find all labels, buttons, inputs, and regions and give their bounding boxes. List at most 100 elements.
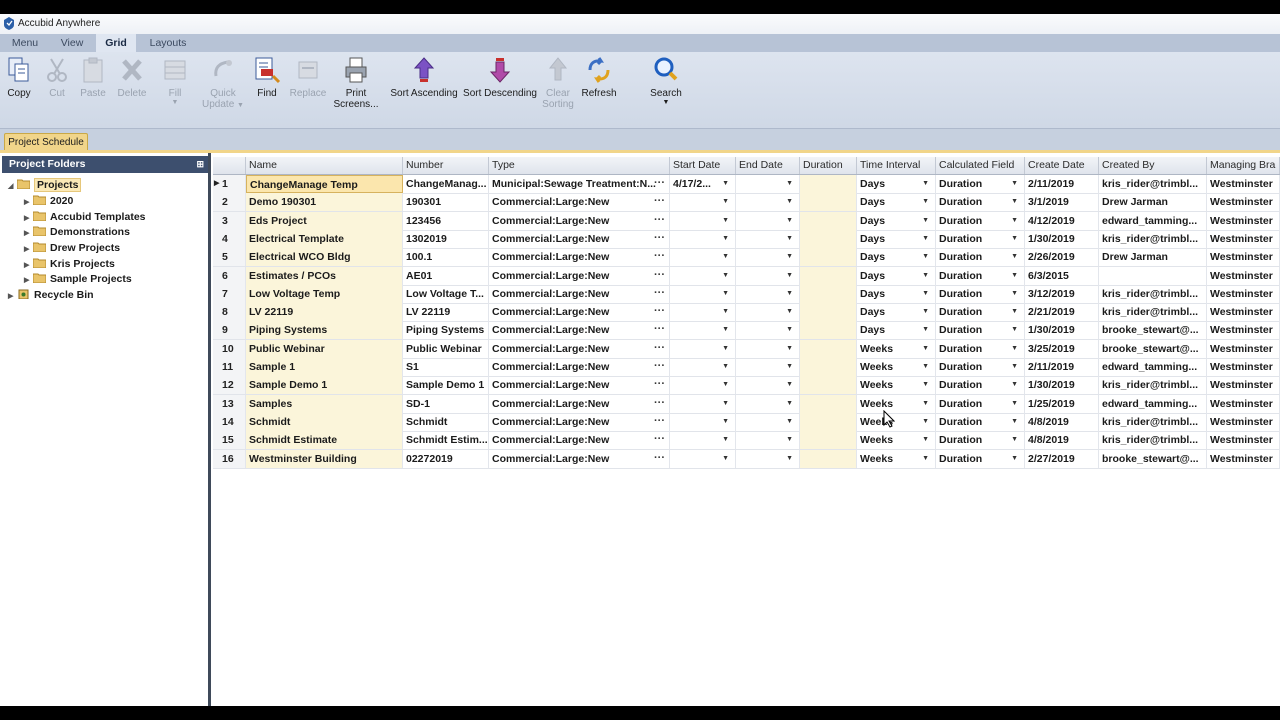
type-cell[interactable]: Commercial:Large:New ··· [489,412,670,431]
dropdown-arrow-icon[interactable]: ▼ [922,193,929,211]
time-interval-cell[interactable]: Weeks ▼ [857,412,936,431]
table-row[interactable]: 16 Westminster Building 02272019 Commercial… [213,449,1280,469]
create-date-cell[interactable]: 4/8/2019 [1025,412,1099,431]
table-row[interactable]: 7 Low Voltage Temp Low Voltage T... Commerc… [213,284,1280,304]
type-cell[interactable]: Commercial:Large:New ··· [489,321,670,340]
dropdown-arrow-icon[interactable]: ▼ [922,321,929,339]
managing-branch-cell[interactable]: Westminster [1207,431,1280,450]
created-by-cell[interactable]: kris_rider@trimbl... [1099,229,1207,248]
ellipsis-button[interactable]: ··· [654,340,665,357]
type-cell[interactable]: Commercial:Large:New ··· [489,248,670,267]
created-by-cell[interactable]: brooke_stewart@... [1099,321,1207,340]
tree-item-sample-projects[interactable]: ▶ Sample Projects [24,272,132,287]
managing-branch-cell[interactable]: Westminster [1207,412,1280,431]
column-header-created-by[interactable]: Created By [1099,157,1207,174]
create-date-cell[interactable]: 1/30/2019 [1025,321,1099,340]
ellipsis-button[interactable]: ··· [654,303,665,320]
created-by-cell[interactable]: edward_tamming... [1099,394,1207,413]
tree-item-kris-projects[interactable]: ▶ Kris Projects [24,257,115,272]
create-date-cell[interactable]: 3/12/2019 [1025,284,1099,303]
calculated-field-cell[interactable]: Duration ▼ [936,266,1025,285]
table-row[interactable]: 8 LV 22119 LV 22119 Commercial:Large:New ···… [213,303,1280,323]
dropdown-arrow-icon[interactable]: ▼ [1011,230,1018,248]
type-cell[interactable]: Commercial:Large:New ··· [489,284,670,303]
column-header-calculated-field[interactable]: Calculated Field [936,157,1025,174]
dropdown-arrow-icon[interactable]: ▼ [786,340,793,358]
tree-item-drew-projects[interactable]: ▶ Drew Projects [24,241,120,256]
ellipsis-button[interactable]: ··· [654,230,665,247]
number-cell[interactable]: 1302019 [403,229,489,248]
name-cell[interactable]: Electrical WCO Bldg [246,248,403,267]
tab-menu[interactable]: Menu [4,34,46,52]
created-by-cell[interactable] [1099,266,1207,285]
quick-update-dropdown-icon[interactable]: ▼ [237,102,244,109]
table-row[interactable]: 2 Demo 190301 190301 Commercial:Large:New ··… [213,193,1280,213]
create-date-cell[interactable]: 2/21/2019 [1025,303,1099,322]
dropdown-arrow-icon[interactable]: ▼ [722,193,729,211]
managing-branch-cell[interactable]: Westminster [1207,248,1280,267]
calculated-field-cell[interactable]: Duration ▼ [936,449,1025,468]
time-interval-cell[interactable]: Days ▼ [857,211,936,230]
name-cell[interactable]: Piping Systems [246,321,403,340]
managing-branch-cell[interactable]: Westminster [1207,266,1280,285]
column-header-name[interactable]: Name [246,157,403,174]
quick-update-button[interactable]: Quick Update ▼ [200,56,246,111]
dropdown-arrow-icon[interactable]: ▼ [722,175,729,193]
refresh-button[interactable]: Refresh [578,56,620,99]
start-date-cell[interactable]: ▼ [670,394,736,413]
dropdown-arrow-icon[interactable]: ▼ [922,340,929,358]
row-header[interactable] [213,157,246,174]
table-row[interactable]: 15 Schmidt Estimate Schmidt Estim... Commer… [213,431,1280,451]
duration-cell[interactable] [800,303,857,322]
created-by-cell[interactable]: kris_rider@trimbl... [1099,303,1207,322]
type-cell[interactable]: Commercial:Large:New ··· [489,358,670,376]
number-cell[interactable]: Sample Demo 1 [403,376,489,395]
collapse-icon[interactable]: ◢ [8,179,17,194]
created-by-cell[interactable]: edward_tamming... [1099,211,1207,230]
duration-cell[interactable] [800,211,857,230]
expand-icon[interactable]: ▶ [24,226,33,241]
name-cell[interactable]: Sample 1 [246,358,403,376]
type-cell[interactable]: Commercial:Large:New ··· [489,303,670,322]
created-by-cell[interactable]: brooke_stewart@... [1099,339,1207,358]
name-cell[interactable]: Demo 190301 [246,193,403,212]
dropdown-arrow-icon[interactable]: ▼ [1011,248,1018,266]
managing-branch-cell[interactable]: Westminster [1207,175,1280,193]
dropdown-arrow-icon[interactable]: ▼ [1011,376,1018,394]
type-cell[interactable]: Commercial:Large:New ··· [489,339,670,358]
column-header-time-interval[interactable]: Time Interval [857,157,936,174]
dropdown-arrow-icon[interactable]: ▼ [786,230,793,248]
dropdown-arrow-icon[interactable]: ▼ [922,230,929,248]
expand-icon[interactable]: ▶ [24,211,33,226]
managing-branch-cell[interactable]: Westminster [1207,358,1280,376]
copy-button[interactable]: Copy [4,56,34,99]
end-date-cell[interactable]: ▼ [736,394,800,413]
end-date-cell[interactable]: ▼ [736,431,800,450]
end-date-cell[interactable]: ▼ [736,449,800,468]
duration-cell[interactable] [800,193,857,212]
duration-cell[interactable] [800,175,857,193]
ellipsis-button[interactable]: ··· [654,413,665,430]
end-date-cell[interactable]: ▼ [736,211,800,230]
tree-item-demonstrations[interactable]: ▶ Demonstrations [24,225,130,240]
type-cell[interactable]: Municipal:Sewage Treatment:N... ··· [489,175,670,193]
number-cell[interactable]: AE01 [403,266,489,285]
time-interval-cell[interactable]: Days ▼ [857,266,936,285]
dropdown-arrow-icon[interactable]: ▼ [722,303,729,321]
find-button[interactable]: Find [252,56,282,99]
created-by-cell[interactable]: kris_rider@trimbl... [1099,431,1207,450]
ellipsis-button[interactable]: ··· [654,248,665,265]
time-interval-cell[interactable]: Days ▼ [857,284,936,303]
tree-item-2020[interactable]: ▶ 2020 [24,194,73,209]
calculated-field-cell[interactable]: Duration ▼ [936,394,1025,413]
type-cell[interactable]: Commercial:Large:New ··· [489,229,670,248]
calculated-field-cell[interactable]: Duration ▼ [936,358,1025,376]
fill-dropdown-icon[interactable]: ▼ [160,99,190,106]
start-date-cell[interactable]: ▼ [670,229,736,248]
dropdown-arrow-icon[interactable]: ▼ [922,376,929,394]
time-interval-cell[interactable]: Days ▼ [857,321,936,340]
ellipsis-button[interactable]: ··· [654,285,665,302]
create-date-cell[interactable]: 6/3/2015 [1025,266,1099,285]
column-header-end-date[interactable]: End Date [736,157,800,174]
name-cell[interactable]: Schmidt [246,412,403,431]
